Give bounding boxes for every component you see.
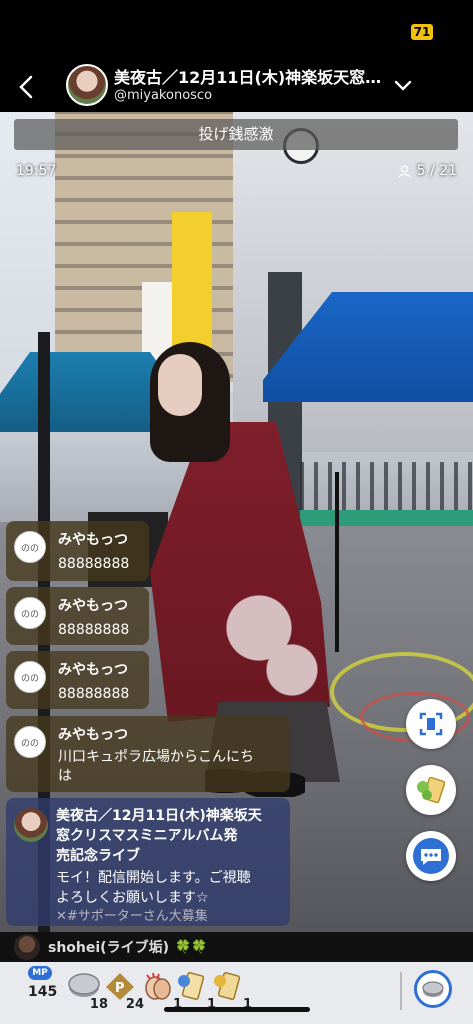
host-comment-title: 美夜古／12月11日(木)神楽坂天 窓クリスマスミニアルバム発 売記念ライブ [56,808,262,864]
gift-bar: MP 145 18 P 24 1 1 1 [0,962,473,1024]
mp-badge: MP [28,966,52,980]
clover-badge-icon: 🍀🍀 [174,939,208,955]
card-icon [174,968,210,1004]
host-comment-tag: ✕#サポーターさん大募集 [56,909,208,924]
stream-title[interactable]: 美夜古／12月11日(木)神楽坂天窓… [114,64,384,88]
viewer-count-text: 5 / 21 [416,163,457,179]
gift-coin[interactable]: 18 [66,968,108,1012]
commenter-avatar: のの [14,531,46,563]
host-comment[interactable]: 美夜古／12月11日(木)神楽坂天 窓クリスマスミニアルバム発 売記念ライブ モ… [6,798,290,926]
gift-card-gold[interactable]: 1 [210,968,252,1012]
comment-text: 88888888 [58,556,130,572]
commenter-name: みやもっつ [58,662,128,678]
clap-icon [140,968,176,1004]
gift-item-button[interactable] [406,765,456,815]
comment-text: 88888888 [58,686,130,702]
commenter-name: みやもっつ [58,532,128,548]
performer-face [158,354,202,416]
host-comment-body: モイ！配信開始します。ご視聴 よろしくお願いします☆ [56,870,251,906]
status-bar: 71 [0,0,473,60]
screenshot-button[interactable] [406,699,456,749]
gift-card-icon [417,776,446,804]
mp-count[interactable]: 145 [28,984,57,1000]
viewer-count: 5 / 21 [398,163,457,179]
host-handle: @miyakonosco [114,88,213,103]
gift-card[interactable]: 1 [174,968,216,1012]
svg-text:P: P [115,981,125,996]
comment-item[interactable]: のの みやもっつ 川口キュポラ広場からこんにち は [6,716,290,792]
person-icon [398,164,411,178]
coin-stack-icon [422,981,444,997]
capture-icon [419,712,443,736]
elapsed-time: 19:57 [16,163,57,179]
commenter-avatar: のの [14,726,46,758]
host-avatar[interactable] [66,64,108,106]
home-indicator[interactable] [164,1007,310,1012]
comment-text: 88888888 [58,622,130,638]
comment-item[interactable]: のの みやもっつ 88888888 [6,651,149,709]
pinned-notice: 投げ銭感激 [14,119,458,150]
header: 美夜古／12月11日(木)神楽坂天窓… @miyakonosco [0,60,473,112]
chevron-down-icon[interactable] [392,74,414,96]
card-gold-icon [210,968,246,1004]
back-icon[interactable] [14,74,40,100]
video-mic-stand [335,472,339,652]
video-bench [300,510,473,526]
commenter-avatar: のの [14,597,46,629]
comment-button[interactable] [406,831,456,881]
entering-viewer: shohei(ライブ垢) 🍀🍀 [0,932,473,962]
video-banner [172,212,212,352]
chat-bubble-icon [413,838,449,874]
comment-item[interactable]: のの みやもっつ 88888888 [6,587,149,645]
host-comment-avatar [14,808,48,842]
gift-p-ticket[interactable]: P 24 [102,968,144,1012]
viewer-avatar [14,934,40,960]
divider [400,972,402,1010]
video-bikes [300,462,473,512]
comment-text: 川口キュポラ広場からこんにち は [58,749,254,784]
battery-indicator: 71 [411,24,433,40]
commenter-avatar: のの [14,661,46,693]
commenter-name: みやもっつ [58,727,128,743]
viewer-name: shohei(ライブ垢) [48,940,169,956]
performer-pattern [215,572,325,712]
coin-button[interactable] [414,970,452,1008]
commenter-name: みやもっつ [58,598,128,614]
comment-item[interactable]: のの みやもっつ 88888888 [6,521,149,581]
